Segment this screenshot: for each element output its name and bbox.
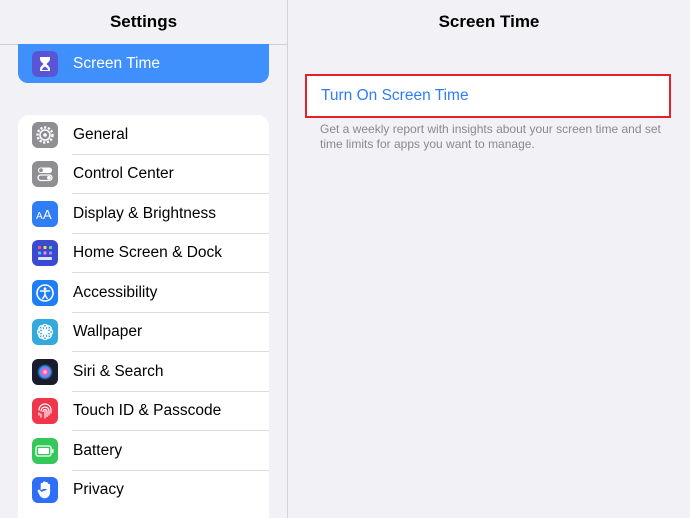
sidebar-item-label: Screen Time xyxy=(73,54,161,72)
flower-icon xyxy=(32,319,58,346)
app-grid-icon xyxy=(32,240,58,267)
sidebar-item-control-center[interactable]: Control Center xyxy=(18,155,269,194)
sidebar-item-general[interactable]: General xyxy=(18,115,269,155)
page-title: Screen Time xyxy=(438,12,540,31)
sidebar-title: Settings xyxy=(0,0,287,45)
siri-icon xyxy=(32,358,58,385)
toggles-icon xyxy=(32,161,58,188)
sidebar-item-accessibility[interactable]: Accessibility xyxy=(18,273,269,313)
sidebar-item-home-screen-dock[interactable]: Home Screen & Dock xyxy=(18,234,269,273)
sidebar-item-screen-time[interactable]: Screen Time xyxy=(18,44,269,83)
sidebar-item-label: Wallpaper xyxy=(73,323,143,341)
sidebar-item-label: General xyxy=(73,125,129,143)
settings-group: General Control Center A A Display & Bri… xyxy=(18,115,269,518)
svg-text:A: A xyxy=(43,207,52,222)
settings-sidebar: Settings Screen Time General Control Cen… xyxy=(0,0,287,518)
hourglass-icon xyxy=(32,50,58,77)
screen-time-description: Get a weekly report with insights about … xyxy=(320,122,661,151)
sidebar-item-label: Accessibility xyxy=(73,283,158,301)
sidebar-item-label: Home Screen & Dock xyxy=(73,244,223,262)
turn-on-screen-time-label: Turn On Screen Time xyxy=(321,87,469,104)
sidebar-item-label: Battery xyxy=(73,441,123,459)
sidebar-item-label: Privacy xyxy=(73,481,124,499)
sidebar-item-label: Touch ID & Passcode xyxy=(73,402,222,420)
battery-icon xyxy=(32,437,58,464)
sidebar-item-label: Control Center xyxy=(73,165,174,183)
sidebar-item-label: Display & Brightness xyxy=(73,204,217,222)
sidebar-item-privacy[interactable]: Privacy xyxy=(18,471,269,511)
turn-on-screen-time-button[interactable]: Turn On Screen Time xyxy=(305,74,671,118)
sidebar-item-wallpaper[interactable]: Wallpaper xyxy=(18,313,269,352)
fingerprint-icon xyxy=(32,398,58,425)
gear-icon xyxy=(32,121,58,148)
accessibility-icon xyxy=(32,279,58,306)
sidebar-item-display-brightness[interactable]: A A Display & Brightness xyxy=(18,194,269,234)
pane-divider xyxy=(287,0,288,518)
text-size-icon: A A xyxy=(32,200,58,227)
sidebar-item-siri-search[interactable]: Siri & Search xyxy=(18,352,269,392)
hand-icon xyxy=(32,477,58,504)
sidebar-item-label: Siri & Search xyxy=(73,362,164,380)
sidebar-item-touch-id-passcode[interactable]: Touch ID & Passcode xyxy=(18,392,269,431)
svg-text:A: A xyxy=(36,211,43,222)
sidebar-item-battery[interactable]: Battery xyxy=(18,431,269,471)
